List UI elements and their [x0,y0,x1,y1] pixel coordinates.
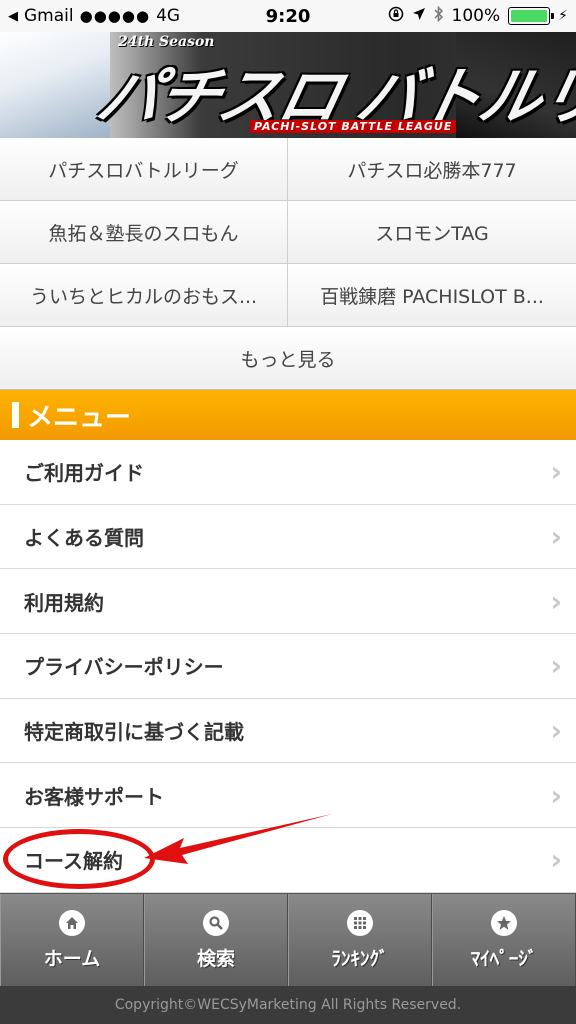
chevron-right-icon: › [550,455,562,489]
chevron-right-icon: › [550,584,562,618]
menu-item-terms[interactable]: 利用規約 › [0,569,576,635]
nav-label: ﾏｲﾍﾟｰｼﾞ [470,947,538,970]
signal-dots: ●●●●● [79,7,151,25]
bottom-nav: ホーム 検索 ﾗﾝｷﾝｸﾞ ﾏｲﾍﾟｰｼﾞ [0,893,576,986]
category-item[interactable]: 魚拓＆塾長のスロもん [0,201,288,264]
nav-label: 検索 [196,947,235,970]
charging-icon: ⚡ [558,8,568,24]
battery-percent: 100% [451,6,501,26]
chevron-right-icon: › [550,714,562,748]
nav-mypage[interactable]: ﾏｲﾍﾟｰｼﾞ [432,894,576,986]
annotation-ellipse [3,829,155,889]
footer-copyright: Copyright©WECSyMarketing All Rights Rese… [0,986,576,1024]
network-label: 4G [156,6,181,26]
menu-item-label: プライバシーポリシー [24,655,224,680]
category-item[interactable]: 百戦錬磨 PACHISLOT B... [288,264,576,327]
nav-search[interactable]: 検索 [144,894,288,986]
menu-item-label: よくある質問 [24,526,144,551]
back-app-label[interactable]: Gmail [24,6,74,26]
banner[interactable]: 24th Season パチスロ バトルリーグ PACHI-SLOT BATTL… [0,32,576,138]
category-item[interactable]: スロモンTAG [288,201,576,264]
banner-subtitle: PACHI-SLOT BATTLE LEAGUE [250,120,457,133]
category-grid: パチスロバトルリーグ パチスロ必勝本777 魚拓＆塾長のスロもん スロモンTAG… [0,138,576,390]
location-icon [412,6,426,26]
menu-item-commerce-law[interactable]: 特定商取引に基づく記載 › [0,698,576,764]
nav-label: ﾗﾝｷﾝｸﾞ [331,947,389,970]
grid-icon [347,909,373,936]
menu-item-faq[interactable]: よくある質問 › [0,504,576,570]
back-arrow-icon[interactable]: ◀ [8,9,18,24]
nav-label: ホーム [43,947,101,970]
chevron-right-icon: › [550,843,562,877]
annotation-arrow-icon [144,814,332,864]
chevron-right-icon: › [550,520,562,554]
home-icon [59,909,85,936]
menu-header-bar [12,402,19,428]
menu-item-label: 特定商取引に基づく記載 [24,720,244,745]
menu-item-privacy[interactable]: プライバシーポリシー › [0,634,576,699]
menu-header: メニュー [0,390,576,440]
menu-item-guide[interactable]: ご利用ガイド › [0,440,576,505]
menu-item-label: 利用規約 [24,590,104,615]
menu-item-label: ご利用ガイド [24,461,144,486]
battery-icon [508,7,555,25]
menu-title: メニュー [27,402,132,433]
bluetooth-icon [434,5,444,27]
status-right: 100% ⚡ [388,0,568,32]
star-icon [491,909,517,936]
menu-item-label: お客様サポート [24,784,164,809]
nav-ranking[interactable]: ﾗﾝｷﾝｸﾞ [288,894,432,986]
chevron-right-icon: › [550,649,562,683]
orientation-lock-icon [388,6,404,27]
status-left: ◀ Gmail ●●●●● 4G [8,0,180,32]
search-icon [203,909,229,936]
category-item[interactable]: パチスロ必勝本777 [288,138,576,201]
chevron-right-icon: › [550,778,562,812]
nav-home[interactable]: ホーム [0,894,144,986]
status-bar: ◀ Gmail ●●●●● 4G 9:20 100% ⚡ [0,0,576,32]
more-button[interactable]: もっと見る [0,327,576,390]
category-item[interactable]: ういちとヒカルのおもス... [0,264,288,327]
category-item[interactable]: パチスロバトルリーグ [0,138,288,201]
